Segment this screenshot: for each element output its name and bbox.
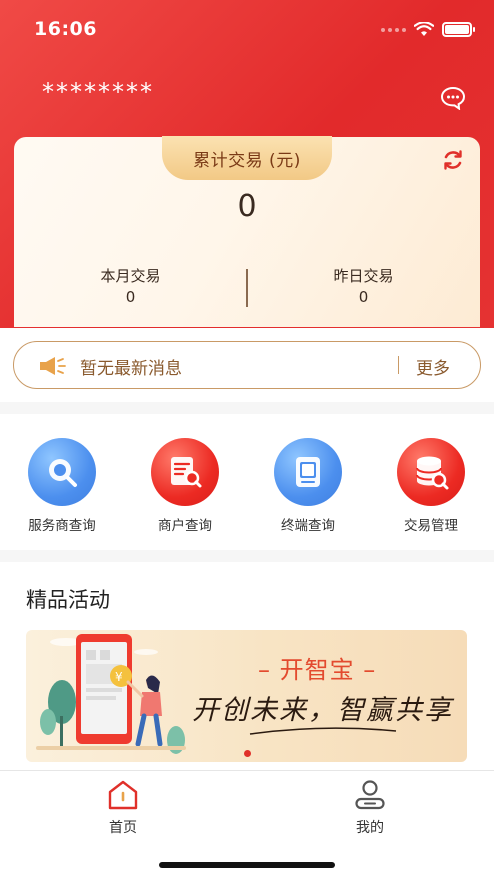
status-icons bbox=[381, 22, 475, 37]
notice-more-link[interactable]: 更多 bbox=[416, 354, 450, 379]
menu-label: 交易管理 bbox=[404, 518, 458, 534]
search-icon bbox=[49, 459, 77, 487]
notice-text: 暂无最新消息 bbox=[80, 359, 182, 379]
transaction-summary-card: 累计交易 (元) 0 本月交易 0 昨日交易 0 bbox=[14, 136, 480, 327]
message-icon[interactable] bbox=[440, 86, 466, 110]
period-stats: 本月交易 0 昨日交易 0 bbox=[14, 265, 480, 309]
tab-home[interactable]: 首页 bbox=[63, 779, 183, 837]
menu-item-provider-query[interactable]: 服务商查询 bbox=[7, 438, 117, 534]
wifi-icon bbox=[414, 22, 434, 36]
month-label: 本月交易 bbox=[100, 267, 161, 285]
total-label: 累计交易 (元) bbox=[193, 150, 301, 171]
notice-bar[interactable]: 暂无最新消息 更多 bbox=[13, 341, 481, 389]
notice-separator bbox=[398, 356, 399, 374]
yesterday-value: 0 bbox=[358, 288, 369, 306]
tab-label: 我的 bbox=[356, 820, 384, 836]
menu-label: 服务商查询 bbox=[28, 518, 96, 534]
activity-banner[interactable]: ¥ – 开智宝 – 开创未来，智赢共享 bbox=[26, 630, 467, 762]
speaker-icon bbox=[40, 357, 66, 375]
month-value: 0 bbox=[125, 288, 136, 306]
activities-section: 精品活动 ¥ – 开智宝 – 开创未来，智赢共享 bbox=[0, 562, 494, 770]
section-title: 精品活动 bbox=[26, 588, 110, 612]
tab-label: 首页 bbox=[109, 820, 137, 836]
tab-profile[interactable]: 我的 bbox=[310, 779, 430, 837]
menu-icon-circle bbox=[397, 438, 465, 506]
month-stat: 本月交易 0 bbox=[14, 265, 247, 306]
menu-item-transaction-management[interactable]: 交易管理 bbox=[376, 438, 486, 534]
banner-slogan: 开创未来，智赢共享 bbox=[192, 695, 453, 726]
menu-label: 商户查询 bbox=[158, 518, 212, 534]
header: 16:06 ******** 累计交易 (元) 0 本月交易 0 昨日交易 0 bbox=[0, 0, 494, 328]
menu-icon-circle bbox=[28, 438, 96, 506]
banner-title: – 开智宝 – bbox=[258, 656, 377, 684]
status-time: 16:06 bbox=[34, 18, 97, 40]
banner-underline-decoration bbox=[249, 727, 397, 735]
database-search-icon bbox=[416, 456, 449, 490]
yesterday-label: 昨日交易 bbox=[333, 267, 394, 285]
refresh-icon[interactable] bbox=[442, 149, 464, 171]
account-name: ******** bbox=[42, 78, 154, 106]
function-menu: 服务商查询 商户查询 终端查询 交易管理 bbox=[0, 414, 494, 550]
home-icon bbox=[108, 780, 138, 810]
total-value: 0 bbox=[237, 189, 257, 224]
home-indicator bbox=[159, 862, 335, 868]
menu-icon-circle bbox=[151, 438, 219, 506]
battery-icon bbox=[442, 22, 475, 37]
menu-item-terminal-query[interactable]: 终端查询 bbox=[253, 438, 363, 534]
svg-text:¥: ¥ bbox=[115, 670, 123, 684]
document-search-icon bbox=[171, 457, 202, 488]
yesterday-stat: 昨日交易 0 bbox=[247, 265, 480, 306]
status-bar: 16:06 bbox=[0, 0, 494, 56]
menu-icon-circle bbox=[274, 438, 342, 506]
terminal-icon bbox=[296, 457, 320, 487]
banner-illustration: ¥ bbox=[36, 634, 186, 754]
carousel-indicator[interactable] bbox=[244, 750, 251, 757]
signal-icon bbox=[381, 27, 406, 32]
menu-label: 终端查询 bbox=[281, 518, 335, 534]
total-label-tab: 累计交易 (元) bbox=[162, 136, 332, 180]
user-icon bbox=[355, 780, 385, 810]
menu-item-merchant-query[interactable]: 商户查询 bbox=[130, 438, 240, 534]
notice-section: 暂无最新消息 更多 bbox=[0, 328, 494, 402]
